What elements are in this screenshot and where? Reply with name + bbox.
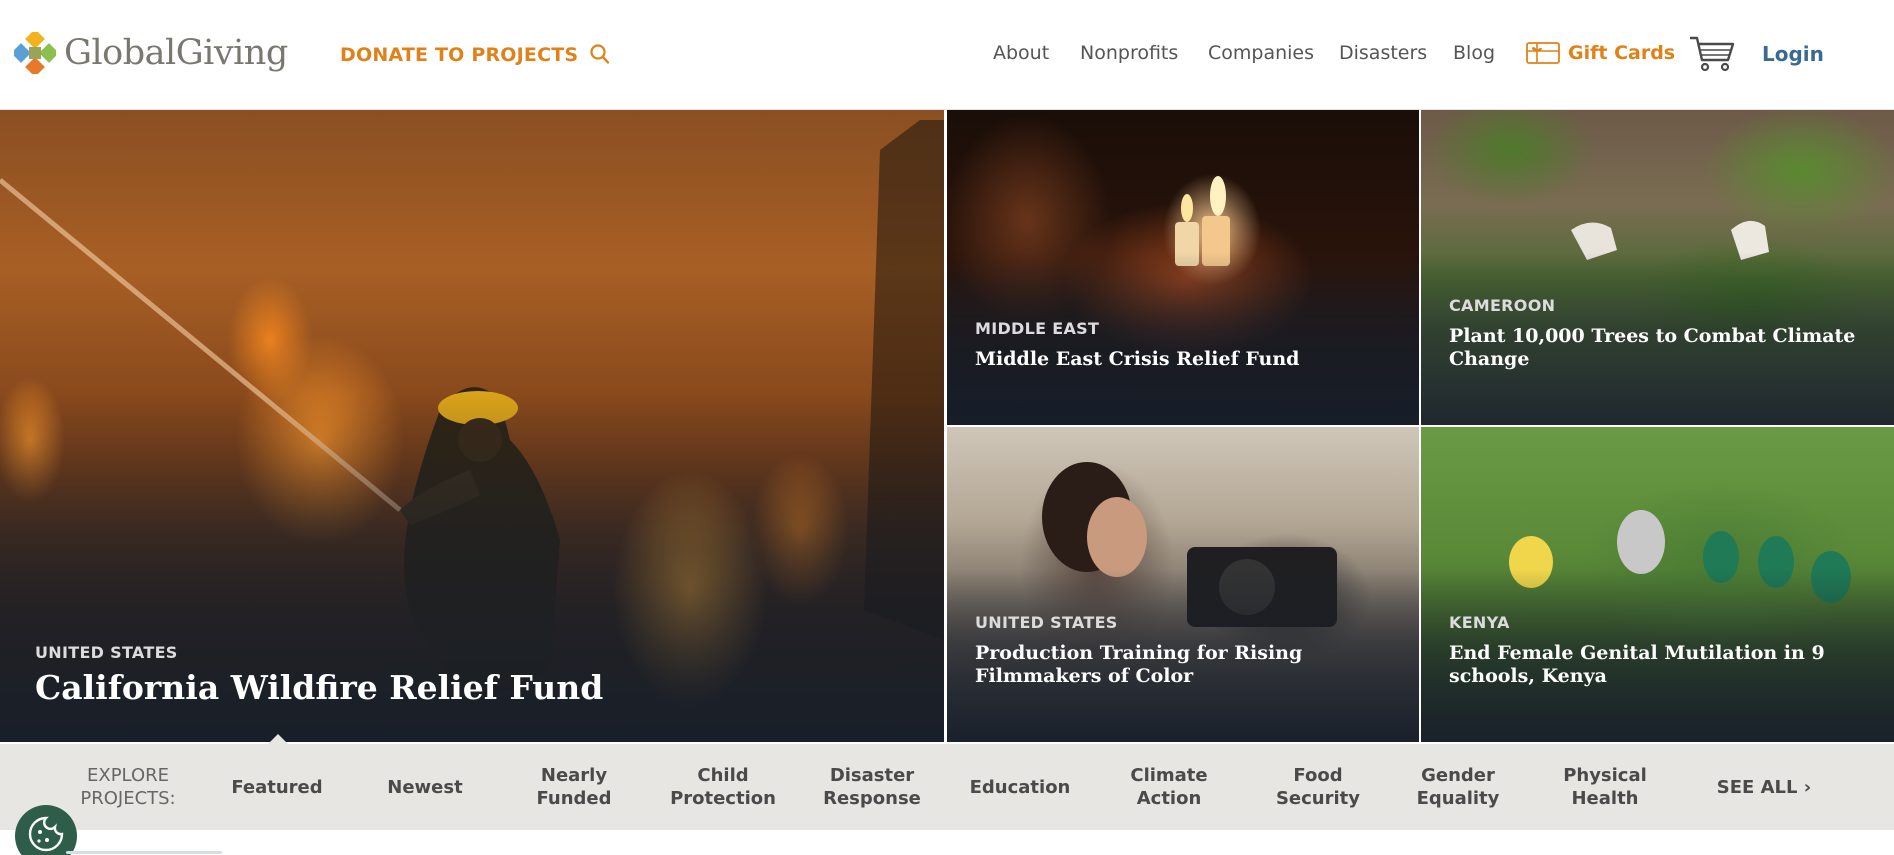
logo-link[interactable]: GlobalGiving [11,29,288,77]
category-education[interactable]: Education [950,744,1090,830]
category-gender-equality[interactable]: Gender Equality [1390,744,1526,830]
project-tile-cameroon[interactable]: CAMEROON Plant 10,000 Trees to Combat Cl… [1421,110,1894,425]
nav-disasters[interactable]: Disasters [1339,42,1427,64]
project-tile-filmmakers[interactable]: UNITED STATES Production Training for Ri… [947,427,1419,742]
project-tile-kenya[interactable]: KENYA End Female Genital Mutilation in 9… [1421,427,1894,742]
gift-cards-link[interactable]: Gift Cards [1526,41,1675,65]
logo-text: GlobalGiving [64,33,288,73]
nav-blog[interactable]: Blog [1453,42,1495,64]
category-food-security[interactable]: Food Security [1252,744,1384,830]
search-icon[interactable] [588,43,612,67]
tile-location: KENYA [1449,613,1510,632]
tile-location: UNITED STATES [35,643,178,662]
nav-about[interactable]: About [993,42,1049,64]
explore-projects-bar: EXPLORE PROJECTS: Featured Newest Nearly… [0,734,1894,830]
category-nearly-funded[interactable]: Nearly Funded [504,744,644,830]
tile-location: MIDDLE EAST [975,319,1100,338]
gift-card-icon [1526,41,1560,65]
category-physical-health[interactable]: Physical Health [1528,744,1682,830]
tile-title: California Wildfire Relief Fund [35,668,604,707]
cookie-icon [26,814,66,855]
cart-icon[interactable] [1688,34,1736,74]
category-disaster-response[interactable]: Disaster Response [810,744,934,830]
tile-location: CAMEROON [1449,296,1556,315]
donate-to-projects-link[interactable]: DONATE TO PROJECTS [340,43,612,67]
donate-label: DONATE TO PROJECTS [340,44,579,66]
site-header: GlobalGiving DONATE TO PROJECTS About No… [0,0,1894,110]
category-newest[interactable]: Newest [360,744,490,830]
tile-title: Plant 10,000 Trees to Combat Climate Cha… [1449,325,1856,370]
category-child-protection[interactable]: Child Protection [646,744,800,830]
gift-cards-label: Gift Cards [1568,42,1676,64]
tile-title: End Female Genital Mutilation in 9 schoo… [1449,642,1825,687]
nav-companies[interactable]: Companies [1208,42,1314,64]
tile-location: UNITED STATES [975,613,1118,632]
login-link[interactable]: Login [1762,42,1824,66]
nav-nonprofits[interactable]: Nonprofits [1080,42,1178,64]
tile-shade [947,251,1419,425]
explore-label: EXPLORE PROJECTS: [80,765,176,809]
page-content-edge [66,851,222,854]
project-tile-middle-east[interactable]: MIDDLE EAST Middle East Crisis Relief Fu… [947,110,1419,425]
tile-title: Production Training for Rising Filmmaker… [975,642,1303,687]
project-tile-california-wildfire[interactable]: UNITED STATES California Wildfire Relief… [0,110,944,742]
category-climate-action[interactable]: Climate Action [1096,744,1242,830]
see-all-link[interactable]: SEE ALL › [1712,744,1816,830]
logo-mark-icon [11,29,59,77]
category-featured[interactable]: Featured [210,744,344,830]
tile-title: Middle East Crisis Relief Fund [975,348,1300,370]
